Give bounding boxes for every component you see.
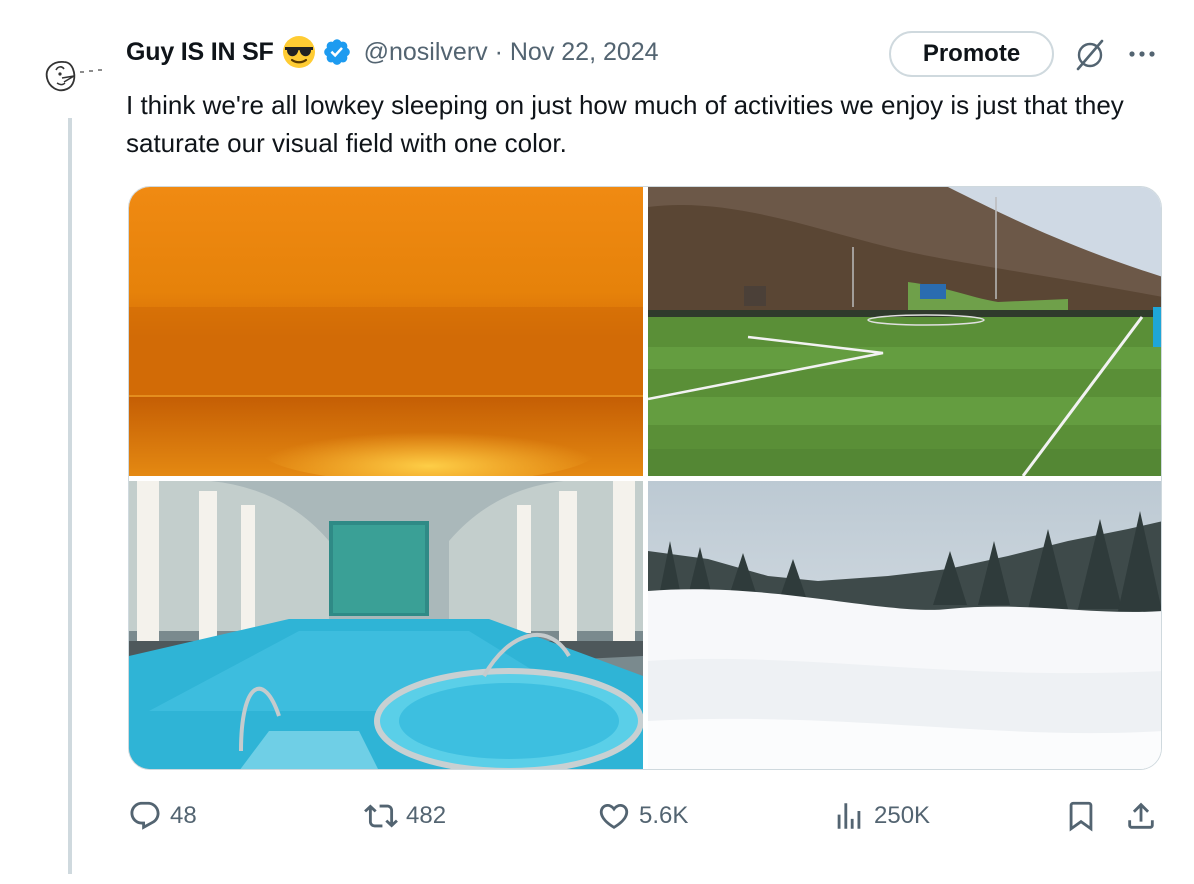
bookmark-button[interactable]: [1064, 796, 1098, 836]
tweet-text: I think we're all lowkey sleeping on jus…: [126, 90, 1124, 158]
sunglasses-emoji-icon: [282, 36, 315, 68]
thread-line: [68, 118, 72, 874]
heart-icon: [599, 803, 629, 829]
avatar[interactable]: [40, 52, 110, 98]
grok-icon[interactable]: [1071, 38, 1109, 72]
views-chart-icon: [837, 803, 861, 829]
repost-icon: [364, 804, 398, 828]
image-soccer-field[interactable]: [648, 187, 1161, 476]
image-sunset[interactable]: [129, 187, 643, 476]
share-button[interactable]: [1124, 796, 1158, 836]
bookmark-icon: [1069, 801, 1093, 832]
like-count: 5.6K: [639, 802, 689, 829]
share-icon: [1128, 802, 1154, 829]
media-grid: [128, 186, 1162, 770]
views-button[interactable]: 250K: [832, 796, 930, 836]
promote-button[interactable]: Promote: [889, 31, 1054, 77]
verified-badge-icon[interactable]: [322, 37, 352, 67]
like-button[interactable]: 5.6K: [597, 796, 688, 836]
repost-count: 482: [406, 802, 447, 829]
author-handle-date[interactable]: @nosilverv · Nov 22, 2024: [364, 38, 659, 67]
view-count: 250K: [874, 802, 931, 829]
repost-button[interactable]: 482: [364, 796, 446, 836]
image-snowy-forest[interactable]: [648, 481, 1161, 769]
reply-icon: [130, 801, 160, 830]
image-swimming-pool[interactable]: [129, 481, 643, 769]
reply-count: 48: [170, 802, 197, 829]
more-dots-icon[interactable]: [1122, 40, 1162, 68]
author-name[interactable]: Guy IS IN SF: [126, 38, 274, 67]
tweet-header: Guy IS IN SF @nosilverv · Nov 22, 2024: [126, 30, 659, 74]
reply-button[interactable]: 48: [128, 796, 197, 836]
